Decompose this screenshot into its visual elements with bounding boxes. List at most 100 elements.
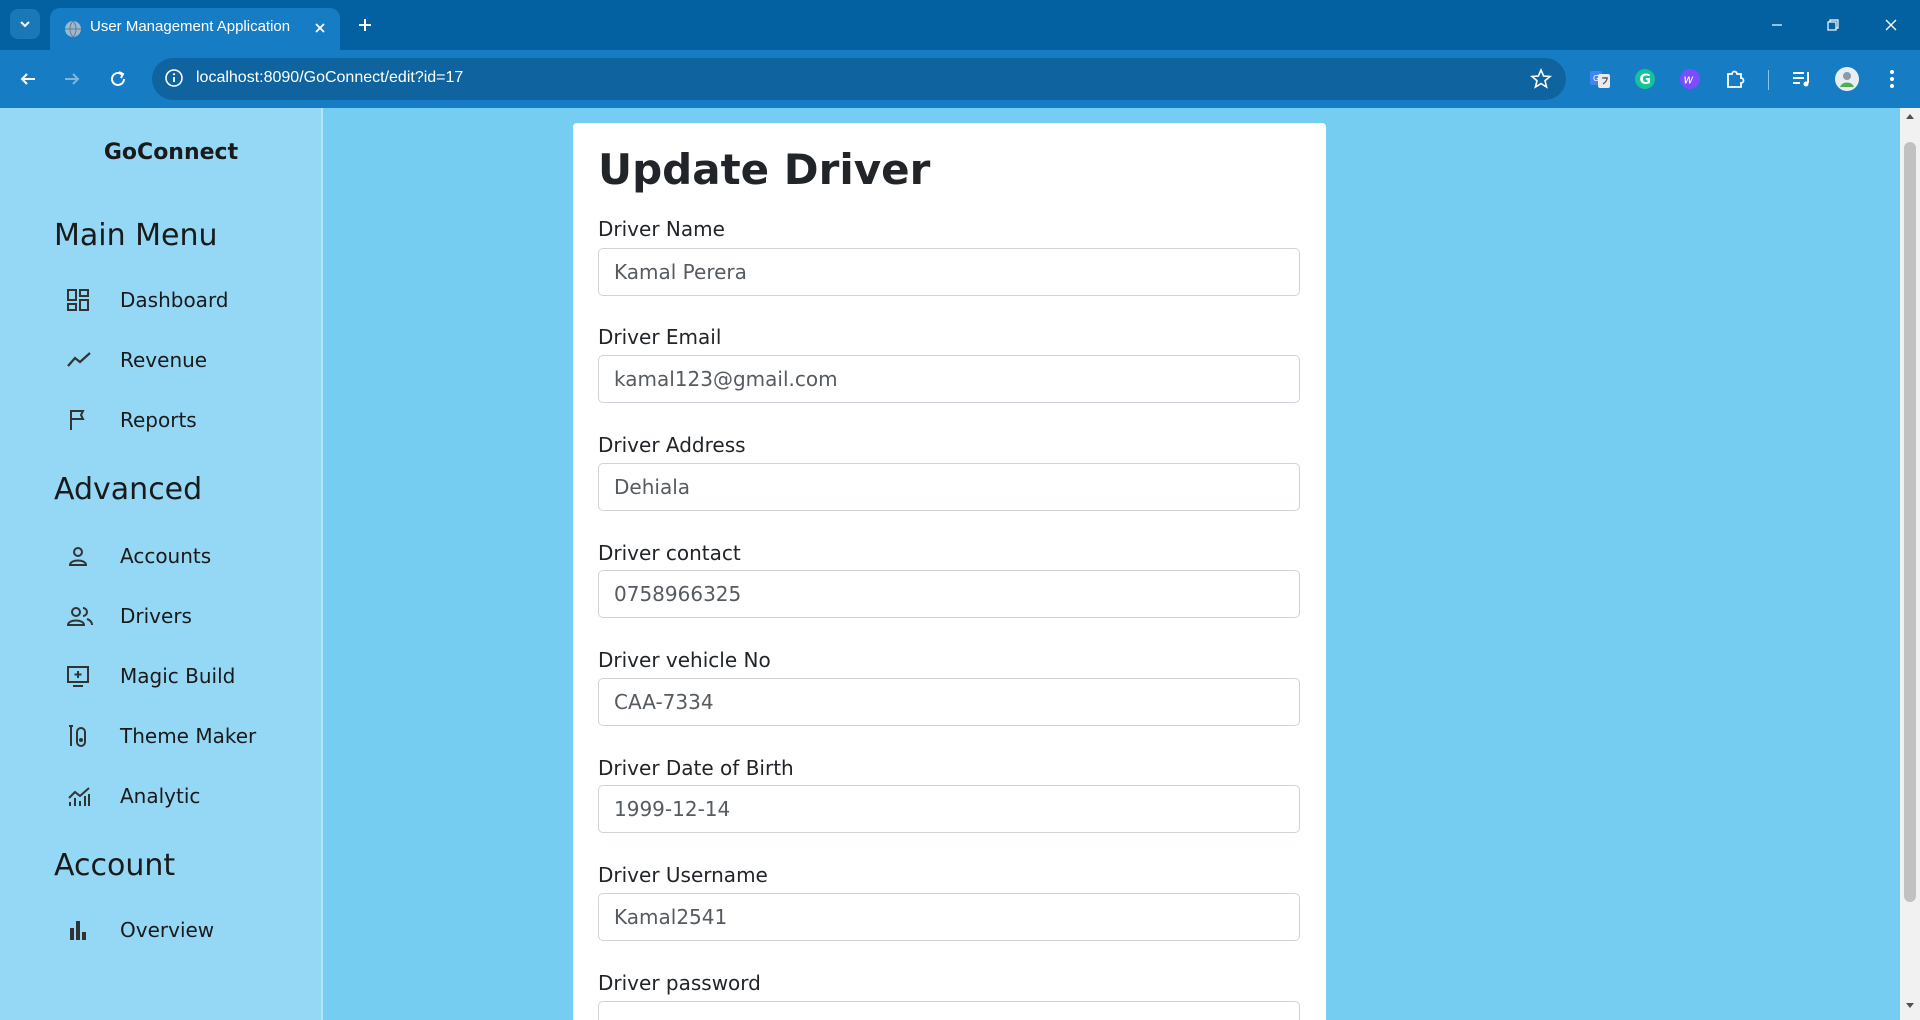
scroll-down-arrow[interactable] — [1900, 1002, 1920, 1016]
svg-text:G: G — [1593, 74, 1599, 83]
page-title: Update Driver — [598, 145, 931, 194]
driver-password-input[interactable] — [598, 1001, 1300, 1020]
analytics-chart-icon — [54, 781, 108, 811]
writer-extension-button[interactable]: w — [1677, 66, 1703, 92]
grammarly-extension-button[interactable]: G — [1632, 66, 1658, 92]
extensions-button[interactable] — [1722, 66, 1748, 92]
translate-extension-button[interactable]: G — [1587, 66, 1613, 92]
profile-avatar-button[interactable] — [1834, 66, 1860, 92]
back-button[interactable] — [14, 65, 42, 93]
sidebar-item-theme-maker[interactable]: Theme Maker — [54, 714, 304, 758]
info-icon[interactable] — [164, 68, 184, 88]
sidebar: GoConnect Main Menu Dashboard Revenue Re… — [0, 108, 323, 1020]
writer-icon: w — [1680, 69, 1700, 89]
tab-title: User Management Application — [90, 18, 291, 35]
browser-toolbar: localhost:8090/GoConnect/edit?id=17 G G … — [0, 50, 1920, 108]
svg-text:w: w — [1684, 73, 1694, 87]
driver-dob-label: Driver Date of Birth — [598, 756, 794, 780]
sidebar-item-drivers[interactable]: Drivers — [54, 594, 304, 638]
driver-dob-input[interactable] — [598, 785, 1300, 833]
address-bar-url[interactable]: localhost:8090/GoConnect/edit?id=17 — [196, 69, 463, 87]
minimize-button[interactable] — [1760, 10, 1794, 40]
sidebar-item-label: Analytic — [120, 784, 201, 808]
driver-email-label: Driver Email — [598, 325, 722, 349]
reload-icon — [111, 71, 125, 86]
restore-icon — [1827, 19, 1839, 31]
tab-close-button[interactable] — [308, 16, 332, 40]
people-icon — [54, 601, 108, 631]
person-icon — [54, 541, 108, 571]
driver-address-input[interactable] — [598, 463, 1300, 511]
media-controls-button[interactable] — [1789, 66, 1815, 92]
close-icon — [315, 23, 325, 33]
arrow-right-icon — [65, 73, 80, 85]
sidebar-item-magic-build[interactable]: Magic Build — [54, 654, 304, 698]
bar-chart-icon — [54, 915, 108, 945]
reload-button[interactable] — [104, 65, 132, 93]
sidebar-item-label: Reports — [120, 408, 197, 432]
driver-vehicle-no-input[interactable] — [598, 678, 1300, 726]
sidebar-item-label: Overview — [120, 918, 215, 942]
sidebar-item-label: Theme Maker — [120, 724, 257, 748]
forward-button[interactable] — [58, 65, 86, 93]
sidebar-item-label: Magic Build — [120, 664, 236, 688]
sidebar-item-accounts[interactable]: Accounts — [54, 534, 304, 578]
browser-tab-active[interactable]: User Management Application — [50, 8, 340, 50]
driver-username-label: Driver Username — [598, 863, 768, 887]
brand-title: GoConnect — [103, 140, 239, 165]
caret-down-icon — [1906, 1003, 1914, 1008]
grammarly-icon: G — [1635, 69, 1655, 89]
globe-icon — [65, 20, 81, 38]
flag-icon — [54, 405, 108, 435]
puzzle-icon — [1727, 70, 1745, 88]
bookmark-star-icon[interactable] — [1530, 68, 1552, 90]
section-title-account: Account — [54, 848, 176, 883]
brush-tools-icon — [54, 721, 108, 751]
driver-address-label: Driver Address — [598, 433, 746, 457]
new-tab-button[interactable] — [352, 12, 378, 38]
scroll-up-arrow[interactable] — [1900, 112, 1920, 126]
driver-contact-input[interactable] — [598, 570, 1300, 618]
dashboard-icon — [54, 285, 108, 315]
svg-text:G: G — [1640, 72, 1652, 88]
trending-line-icon — [54, 345, 108, 375]
browser-tab-bar: User Management Application — [0, 0, 1920, 50]
sidebar-item-label: Dashboard — [120, 288, 229, 312]
driver-email-input[interactable] — [598, 355, 1300, 403]
browser-menu-button[interactable] — [1879, 66, 1905, 92]
driver-name-input[interactable] — [598, 248, 1300, 296]
scroll-thumb[interactable] — [1904, 142, 1916, 902]
driver-vehicle-no-label: Driver vehicle No — [598, 648, 771, 672]
section-title-main-menu: Main Menu — [54, 218, 218, 253]
driver-contact-label: Driver contact — [598, 541, 741, 565]
caret-up-icon — [1906, 114, 1914, 119]
section-title-advanced: Advanced — [54, 472, 203, 507]
add-to-queue-icon — [54, 661, 108, 691]
close-icon — [1885, 19, 1897, 31]
sidebar-item-reports[interactable]: Reports — [54, 398, 304, 442]
kebab-menu-icon — [1890, 70, 1894, 88]
restore-button[interactable] — [1816, 10, 1850, 40]
tab-search-button[interactable] — [10, 9, 40, 39]
driver-password-label: Driver password — [598, 971, 761, 995]
avatar-icon — [1835, 67, 1859, 91]
chevron-down-icon — [20, 21, 30, 28]
page-content: GoConnect Main Menu Dashboard Revenue Re… — [0, 108, 1920, 1020]
update-driver-form: Update Driver Driver Name Driver Email D… — [573, 123, 1326, 1020]
address-bar[interactable]: localhost:8090/GoConnect/edit?id=17 — [152, 58, 1566, 100]
sidebar-item-revenue[interactable]: Revenue — [54, 338, 304, 382]
sidebar-item-overview[interactable]: Overview — [54, 908, 304, 952]
driver-username-input[interactable] — [598, 893, 1300, 941]
arrow-left-icon — [20, 73, 35, 85]
media-queue-icon — [1793, 72, 1809, 87]
plus-icon — [359, 19, 371, 31]
translate-icon: G — [1590, 71, 1610, 88]
minimize-icon — [1772, 24, 1782, 26]
toolbar-divider — [1768, 70, 1769, 90]
close-window-button[interactable] — [1874, 10, 1908, 40]
sidebar-item-analytic[interactable]: Analytic — [54, 774, 304, 818]
sidebar-item-label: Drivers — [120, 604, 192, 628]
page-scrollbar[interactable] — [1900, 108, 1920, 1020]
sidebar-item-dashboard[interactable]: Dashboard — [54, 278, 304, 322]
driver-name-label: Driver Name — [598, 217, 725, 241]
